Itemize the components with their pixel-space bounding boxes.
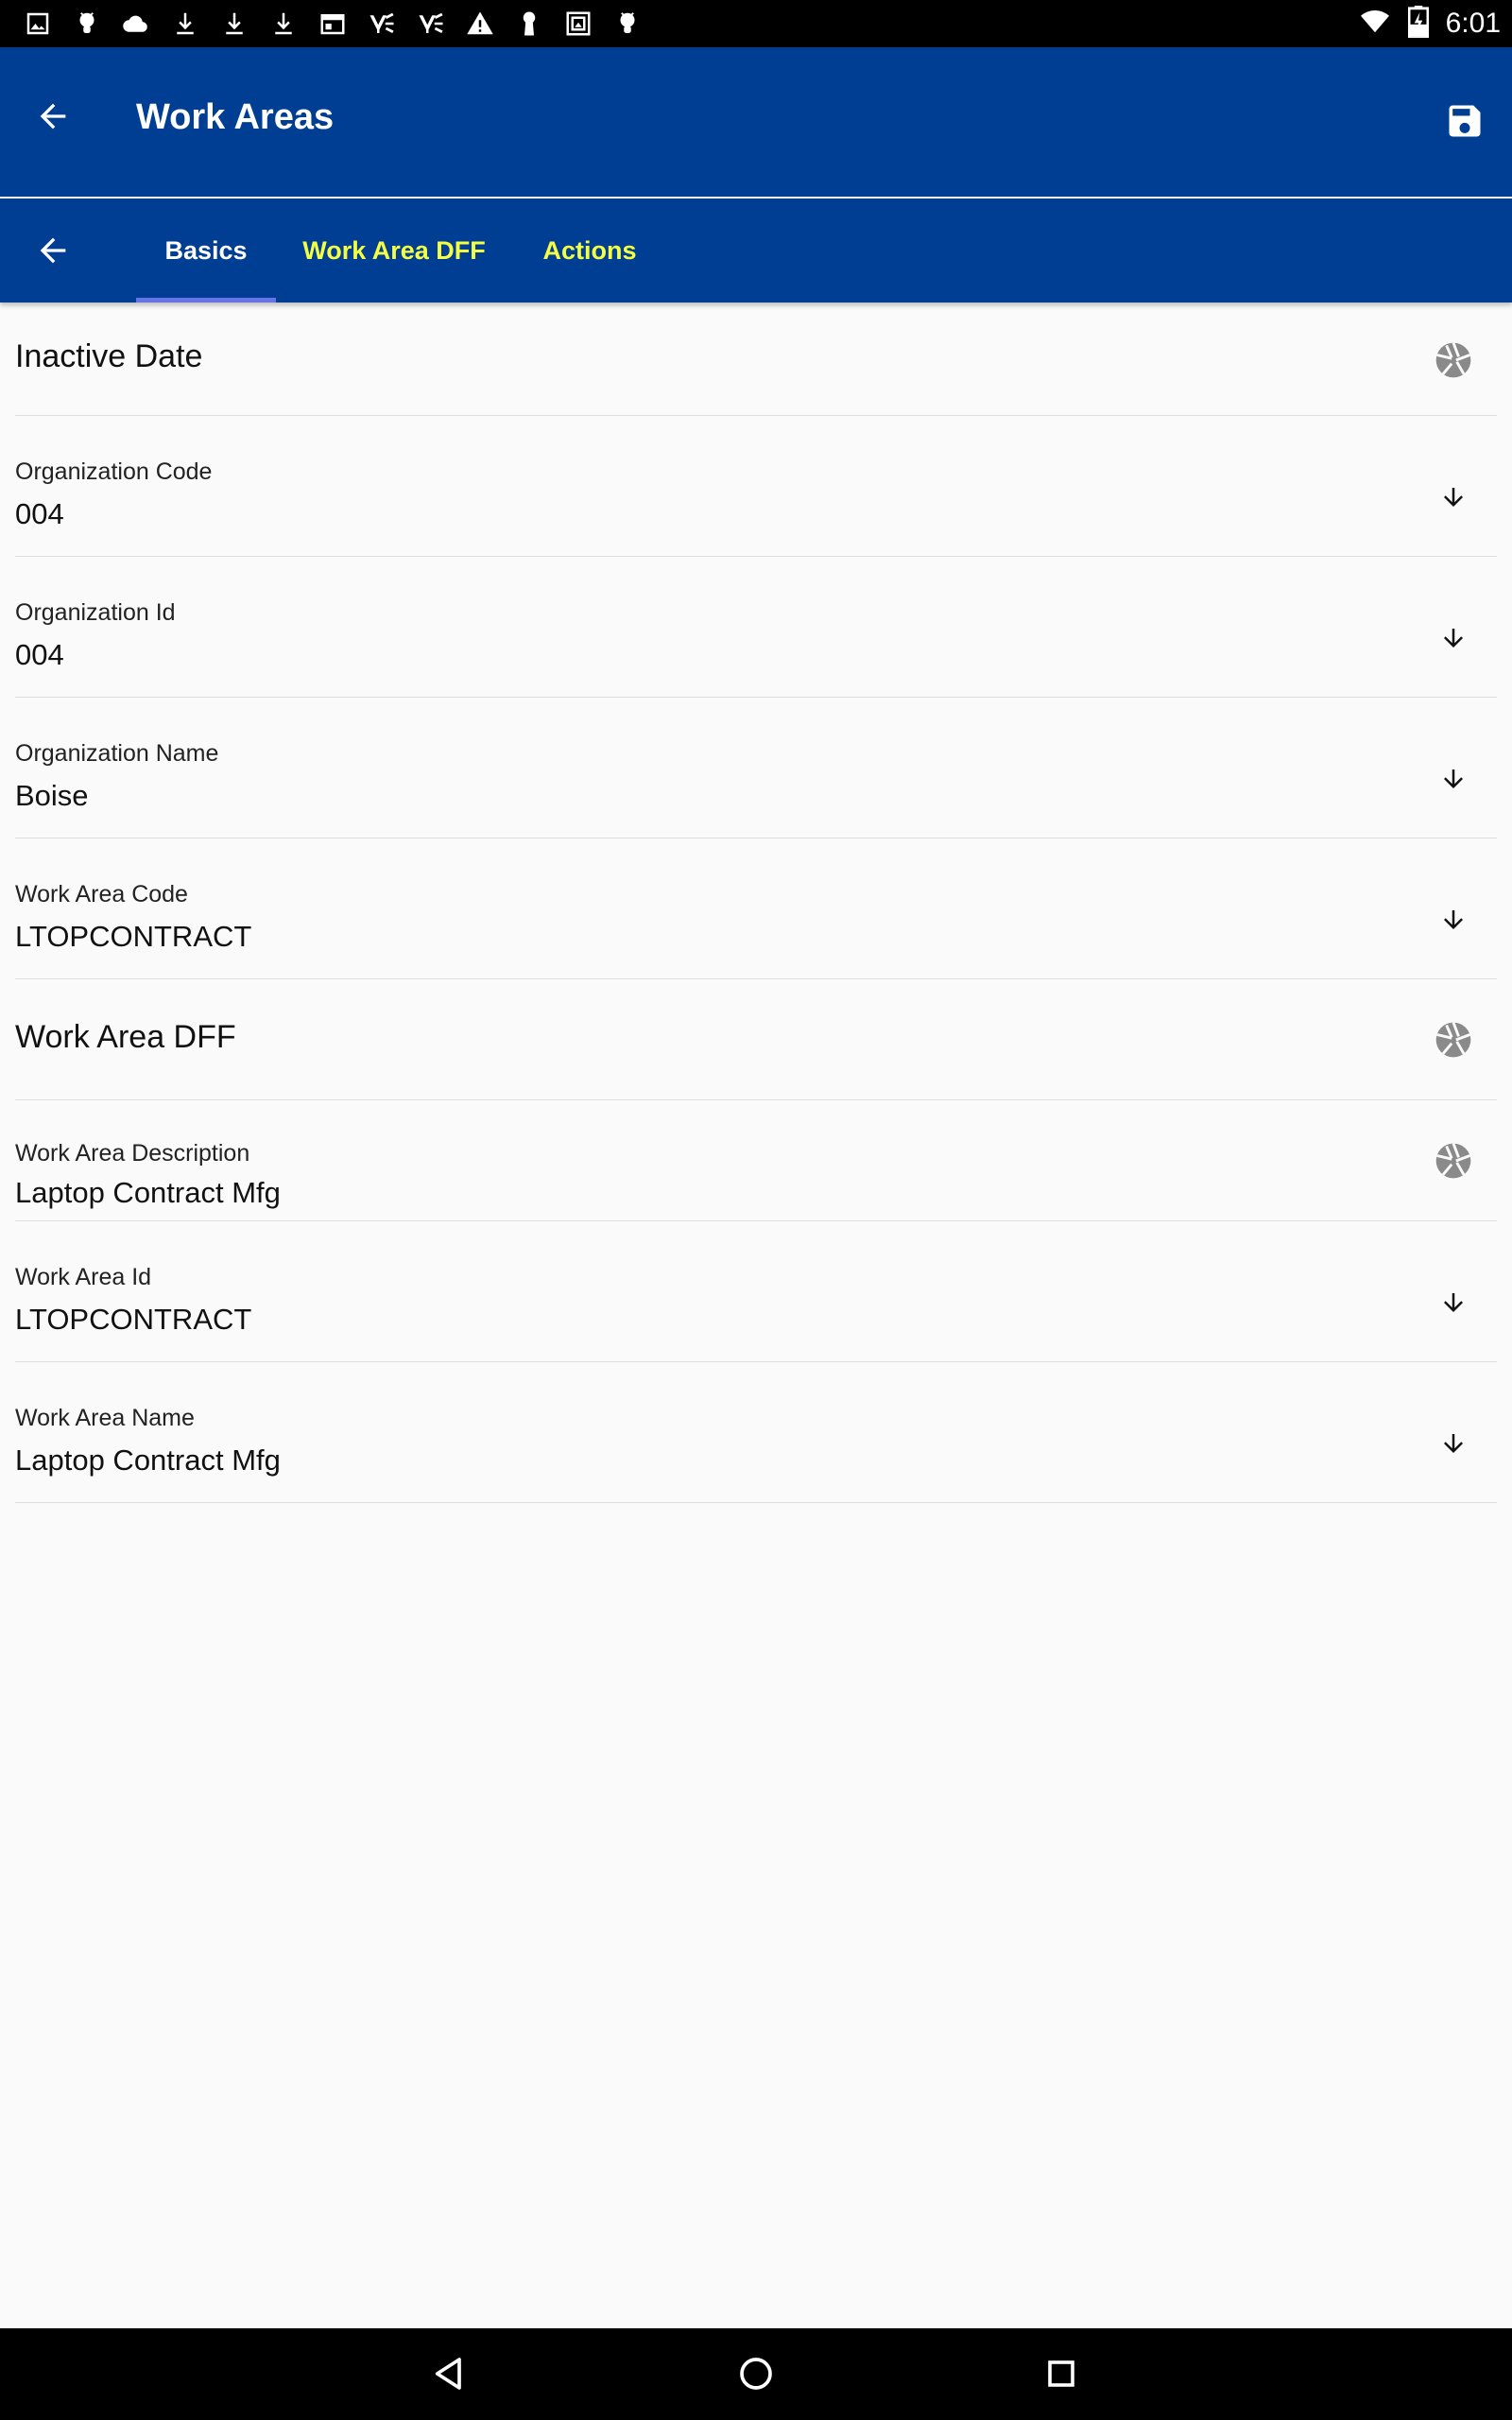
field-label: Organization Name [15,740,219,767]
page-title: Work Areas [136,97,335,137]
download-icon [170,9,200,39]
field-work-area-id[interactable]: Work Area Id LTOPCONTRACT [15,1221,1497,1362]
cloud-icon [121,9,151,39]
field-label: Work Area DFF [15,1019,236,1055]
field-value: 004 [15,638,64,671]
arrow-down-icon[interactable] [1429,895,1478,944]
download-icon [219,9,249,39]
field-value: Laptop Contract Mfg [15,1443,281,1477]
field-list: Inactive Date Organization Code 004 Orga… [15,304,1497,1503]
field-label: Work Area Id [15,1264,152,1290]
notification-icons [23,6,643,42]
image-box-icon [563,9,593,39]
save-icon [1449,105,1481,137]
download-icon [268,9,299,39]
back-button[interactable] [28,92,77,141]
tab-label: Work Area DFF [302,235,486,265]
field-work-area-code[interactable]: Work Area Code LTOPCONTRACT [15,838,1497,979]
tab-indicator [136,298,276,302]
tab-label: Actions [542,235,637,265]
calendar-icon [318,9,348,39]
clock: 6:01 [1445,8,1501,39]
app-bar: Work Areas [0,47,1512,197]
keyhole-icon [514,9,544,39]
system-status: 6:01 [1359,0,1501,47]
image-icon [23,9,53,39]
yammer-icon [367,9,397,39]
status-bar: 6:01 [0,0,1512,47]
arrow-back-icon [40,103,66,130]
wifi-icon [1359,8,1391,41]
arrow-down-icon[interactable] [1429,1278,1478,1327]
tab-actions[interactable]: Actions [525,199,654,302]
field-label: Organization Id [15,599,176,626]
field-label: Organization Code [15,458,213,485]
field-work-area-dff[interactable]: Work Area DFF [15,979,1497,1100]
tab-back-button[interactable] [28,226,77,275]
aperture-icon[interactable] [1429,1136,1478,1185]
tab-bar: Basics Work Area DFF Actions [0,199,1512,302]
field-organization-code[interactable]: Organization Code 004 [15,416,1497,557]
arrow-back-icon [40,237,66,264]
field-work-area-description[interactable]: Work Area Description Laptop Contract Mf… [15,1100,1497,1221]
nav-back-button[interactable] [421,2345,478,2402]
field-inactive-date[interactable]: Inactive Date [15,304,1497,416]
field-organization-id[interactable]: Organization Id 004 [15,557,1497,698]
recents-square-icon [1048,2360,1074,2387]
field-label: Work Area Description [15,1140,250,1167]
android-icon [612,9,643,39]
field-value: 004 [15,497,64,530]
tab-work-area-dff[interactable]: Work Area DFF [293,199,495,302]
aperture-icon[interactable] [1429,1015,1478,1064]
nav-recents-button[interactable] [1033,2345,1090,2402]
android-icon [72,9,102,39]
field-organization-name[interactable]: Organization Name Boise [15,698,1497,838]
arrow-down-icon[interactable] [1429,754,1478,804]
field-value: LTOPCONTRACT [15,1303,252,1336]
arrow-down-icon[interactable] [1429,473,1478,522]
aperture-icon[interactable] [1429,336,1478,385]
home-circle-icon [740,2358,772,2390]
field-value: Boise [15,779,89,812]
arrow-down-icon[interactable] [1429,614,1478,663]
battery-charging-icon [1407,5,1429,43]
warning-icon [465,9,495,39]
navigation-bar [0,2328,1512,2420]
nav-home-button[interactable] [728,2345,784,2402]
field-value: Laptop Contract Mfg [15,1176,281,1209]
field-work-area-name[interactable]: Work Area Name Laptop Contract Mfg [15,1362,1497,1503]
back-triangle-icon [435,2358,461,2390]
field-label: Work Area Name [15,1405,195,1431]
save-button[interactable] [1438,95,1491,147]
tab-label: Basics [164,235,248,265]
arrow-down-icon[interactable] [1429,1419,1478,1468]
field-label: Work Area Code [15,881,188,908]
yammer-icon [416,9,446,39]
field-value: LTOPCONTRACT [15,920,252,953]
field-label: Inactive Date [15,338,203,374]
tab-basics[interactable]: Basics [136,199,276,302]
